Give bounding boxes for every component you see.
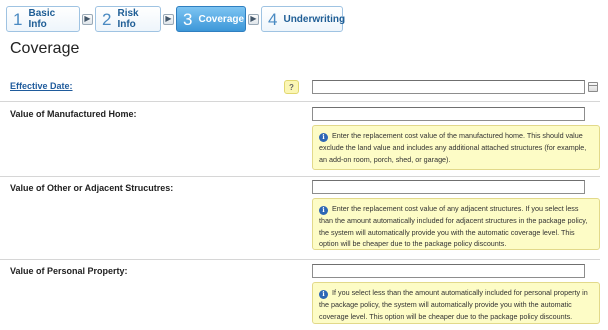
step-label: Coverage (198, 13, 245, 25)
manufactured-home-input[interactable] (312, 107, 585, 121)
help-icon[interactable]: ? (284, 80, 299, 94)
manufactured-home-note: i Enter the replacement cost value of the… (312, 125, 600, 170)
info-icon: i (319, 133, 328, 142)
effective-date-input[interactable] (312, 80, 585, 94)
adjacent-structures-input[interactable] (312, 180, 585, 194)
step-coverage[interactable]: 3 Coverage (176, 6, 246, 32)
step-number: 1 (13, 9, 23, 29)
step-arrow-icon: ▶ (163, 13, 174, 25)
divider (0, 259, 600, 260)
note-text: Enter the replacement cost value of the … (319, 131, 587, 164)
personal-property-note: i If you select less than the amount auto… (312, 282, 600, 324)
manufactured-home-label: Value of Manufactured Home: (10, 109, 137, 119)
step-risk-info[interactable]: 2 Risk Info (95, 6, 161, 32)
step-label: Basic Info (28, 8, 56, 30)
page-title: Coverage (10, 40, 80, 57)
wizard-steps: 1 Basic Info ▶ 2 Risk Info ▶ 3 Coverage … (6, 5, 346, 33)
info-icon: i (319, 206, 328, 215)
effective-date-label[interactable]: Effective Date: (10, 81, 73, 91)
step-number: 4 (268, 9, 278, 29)
note-text: Enter the replacement cost value of any … (319, 204, 588, 248)
step-arrow-icon: ▶ (248, 13, 259, 25)
note-text: If you select less than the amount autom… (319, 288, 588, 321)
divider (0, 176, 600, 177)
personal-property-label: Value of Personal Property: (10, 266, 128, 276)
divider (0, 101, 600, 102)
step-label: Risk Info (117, 8, 139, 30)
calendar-icon[interactable] (588, 82, 598, 92)
step-number: 2 (102, 9, 112, 29)
step-basic-info[interactable]: 1 Basic Info (6, 6, 80, 32)
step-label: Underwriting (283, 13, 346, 25)
step-arrow-icon: ▶ (82, 13, 93, 25)
info-icon: i (319, 290, 328, 299)
personal-property-input[interactable] (312, 264, 585, 278)
step-number: 3 (183, 9, 193, 29)
adjacent-structures-label: Value of Other or Adjacent Strucutres: (10, 183, 174, 193)
step-underwriting[interactable]: 4 Underwriting (261, 6, 346, 32)
adjacent-structures-note: i Enter the replacement cost value of any… (312, 198, 600, 250)
